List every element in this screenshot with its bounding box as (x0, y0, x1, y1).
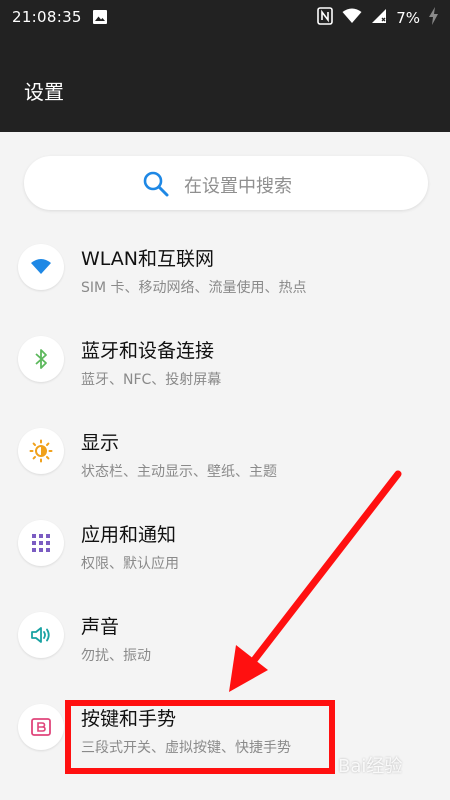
arrow-annotation (229, 470, 402, 692)
watermark: Bai经验 (338, 756, 403, 777)
arrow-shaft (244, 470, 402, 672)
